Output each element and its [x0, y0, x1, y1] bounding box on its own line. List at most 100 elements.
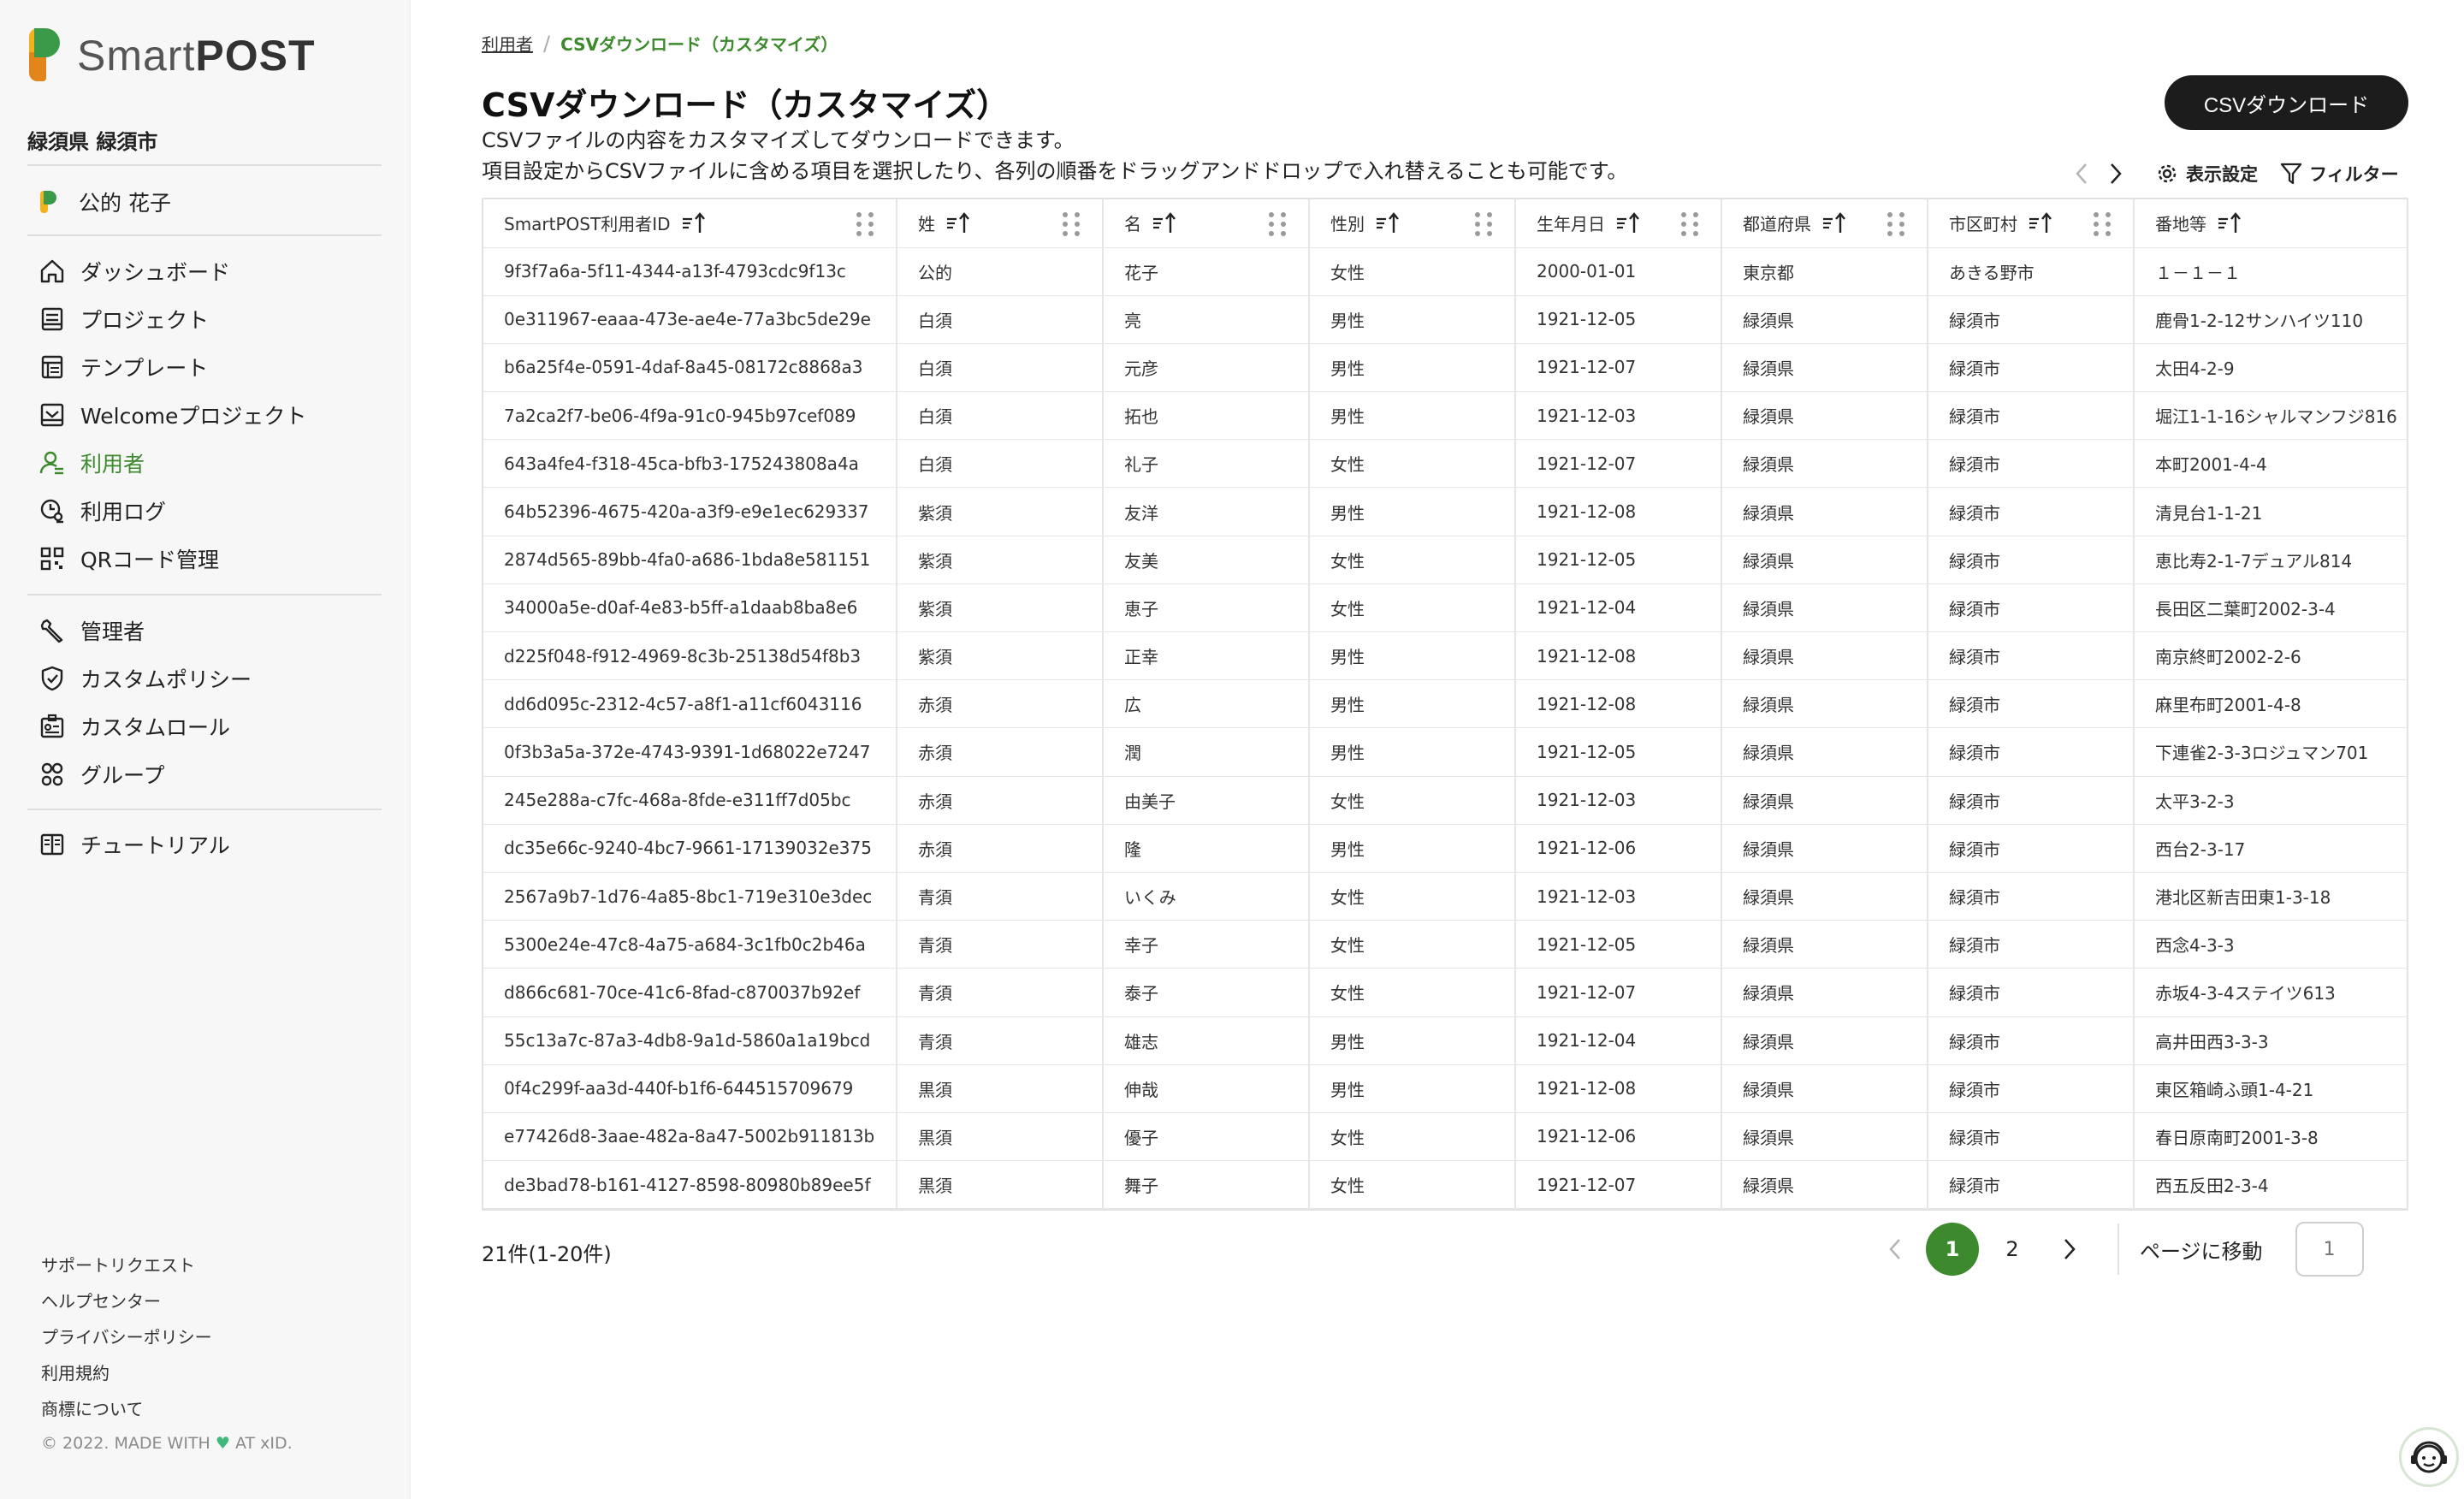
column-header-label: 番地等: [2155, 214, 2206, 235]
table-cell: 1921-12-06: [1515, 824, 1722, 873]
sort-icon[interactable]: [1375, 211, 1401, 234]
sort-icon[interactable]: [2217, 211, 2242, 234]
column-header[interactable]: 番地等: [2134, 199, 2408, 248]
table-cell: 男性: [1309, 679, 1516, 729]
sidebar: SmartPOST 緑須県 緑須市 公的 花子 ダッシュボード プロジェクト テンプ…: [0, 0, 411, 1499]
drag-handle-icon[interactable]: [856, 212, 877, 236]
table-cell: 緑須市: [1928, 584, 2135, 633]
column-header[interactable]: 都道府県: [1721, 199, 1928, 248]
nav-item-label: チュートリアル: [80, 833, 230, 858]
page-2-button[interactable]: 2: [1986, 1223, 2039, 1276]
nav-item-label: Welcomeプロジェクト: [80, 404, 307, 429]
table-cell: 緑須県: [1721, 487, 1928, 536]
table-cell: 64b52396-4675-420a-a3f9-e9e1ec629337: [483, 487, 897, 536]
table-cell: 2000-01-01: [1515, 247, 1722, 296]
sort-icon[interactable]: [1152, 211, 1177, 234]
table-row: 643a4fe4-f318-45ca-bfb3-175243808a4a 白須 礼子…: [483, 439, 2408, 489]
sort-icon[interactable]: [681, 211, 707, 234]
nav-item-group[interactable]: グループ: [38, 750, 252, 798]
column-header[interactable]: SmartPOST利用者ID: [483, 199, 897, 248]
table-cell: 男性: [1309, 295, 1516, 344]
sort-icon[interactable]: [1615, 211, 1641, 234]
table-cell: 緑須市: [1928, 1112, 2135, 1162]
divider: [2118, 1223, 2119, 1275]
table-row: dc35e66c-9240-4bc7-9661-17139032e375 赤須隆男…: [483, 824, 2408, 873]
goto-page-input[interactable]: [2295, 1222, 2364, 1277]
drag-handle-icon[interactable]: [1887, 212, 1908, 236]
table-cell: 幸子: [1103, 920, 1310, 969]
drag-handle-icon[interactable]: [1063, 212, 1083, 236]
admin-nav: 管理者 カスタムポリシー カスタムロール グループ: [38, 607, 252, 798]
smartpost-logo[interactable]: SmartPOST: [26, 26, 316, 86]
table-row: d866c681-70ce-41c6-8fad-c870037b92ef 青須 泰子…: [483, 968, 2408, 1017]
support-request-link[interactable]: サポートリクエスト: [41, 1247, 212, 1283]
table-toolbar: 表示設定 フィルター: [2064, 159, 2399, 188]
csv-download-button[interactable]: CSVダウンロード: [2165, 75, 2408, 130]
nav-item-qr[interactable]: QRコード管理: [38, 535, 306, 583]
drag-handle-icon[interactable]: [1475, 212, 1496, 236]
table-cell: 1921-12-04: [1515, 1016, 1722, 1065]
divider: [27, 164, 382, 166]
nav-item-label: テンプレート: [80, 356, 209, 381]
table-cell: dc35e66c-9240-4bc7-9661-17139032e375: [483, 824, 897, 873]
scroll-right-icon[interactable]: [2099, 159, 2133, 188]
drag-handle-icon[interactable]: [2094, 212, 2114, 236]
sort-icon[interactable]: [945, 211, 971, 234]
table-cell: 女性: [1309, 920, 1516, 969]
nav-item-home[interactable]: ダッシュボード: [38, 247, 306, 295]
table-cell: 1921-12-05: [1515, 727, 1722, 777]
trademark-link[interactable]: 商標について: [41, 1391, 212, 1427]
table-cell: 雄志: [1103, 1016, 1310, 1065]
display-settings-button[interactable]: 表示設定: [2155, 161, 2258, 187]
table-cell: 黒須: [897, 1160, 1104, 1210]
table-cell: 長田区二葉町2002-3-4: [2134, 584, 2408, 633]
template-icon: [38, 353, 67, 382]
column-header[interactable]: 生年月日: [1515, 199, 1722, 248]
table-cell: 高井田西3-3-3: [2134, 1016, 2408, 1065]
table-cell: 潤: [1103, 727, 1310, 777]
column-header[interactable]: 市区町村: [1928, 199, 2135, 248]
nav-item-wrench[interactable]: 管理者: [38, 607, 252, 655]
terms-link[interactable]: 利用規約: [41, 1355, 212, 1391]
table-cell: 公的: [897, 247, 1104, 296]
prev-page-icon[interactable]: [1868, 1222, 1922, 1277]
column-header-label: SmartPOST利用者ID: [504, 214, 671, 235]
table-cell: 下連雀2-3-3ロジュマン701: [2134, 727, 2408, 777]
nav-item-book[interactable]: チュートリアル: [38, 821, 230, 868]
page-1-button[interactable]: 1: [1926, 1223, 1979, 1276]
nav-item-user[interactable]: 利用者: [38, 439, 306, 487]
help-center-link[interactable]: ヘルプセンター: [41, 1283, 212, 1319]
nav-item-project[interactable]: プロジェクト: [38, 295, 306, 343]
table-cell: 1921-12-07: [1515, 1160, 1722, 1210]
table-cell: 青須: [897, 872, 1104, 921]
table-cell: 1921-12-07: [1515, 439, 1722, 489]
filter-button[interactable]: フィルター: [2280, 161, 2399, 187]
nav-item-id-card[interactable]: カスタムロール: [38, 702, 252, 750]
column-header[interactable]: 名: [1103, 199, 1310, 248]
table-row: 5300e24e-47c8-4a75-a684-3c1fb0c2b46a 青須 幸子…: [483, 920, 2408, 969]
drag-handle-icon[interactable]: [1269, 212, 1289, 236]
table-cell: 青須: [897, 1016, 1104, 1065]
nav-item-shield[interactable]: カスタムポリシー: [38, 655, 252, 702]
nav-item-template[interactable]: テンプレート: [38, 343, 306, 391]
support-chat-button[interactable]: [2399, 1427, 2459, 1487]
drag-handle-icon[interactable]: [1681, 212, 1702, 236]
nav-item-welcome[interactable]: Welcomeプロジェクト: [38, 391, 306, 439]
table-cell: 245e288a-c7fc-468a-8fde-e311ff7d05bc: [483, 776, 897, 825]
scroll-left-icon[interactable]: [2064, 159, 2099, 188]
sort-icon[interactable]: [2028, 211, 2053, 234]
current-user[interactable]: 公的 花子: [38, 187, 171, 217]
table-cell: 太田4-2-9: [2134, 343, 2408, 393]
table-cell: 拓也: [1103, 391, 1310, 441]
column-header[interactable]: 性別: [1309, 199, 1516, 248]
table-cell: 女性: [1309, 1112, 1516, 1162]
privacy-policy-link[interactable]: プライバシーポリシー: [41, 1319, 212, 1355]
sort-icon[interactable]: [1821, 211, 1847, 234]
next-page-icon[interactable]: [2042, 1222, 2097, 1277]
breadcrumb-users-link[interactable]: 利用者: [482, 31, 533, 56]
table-cell: 白須: [897, 343, 1104, 393]
column-header[interactable]: 姓: [897, 199, 1104, 248]
user-name: 公的 花子: [79, 191, 171, 216]
nav-item-log[interactable]: 利用ログ: [38, 487, 306, 535]
table-cell: 緑須市: [1928, 679, 2135, 729]
